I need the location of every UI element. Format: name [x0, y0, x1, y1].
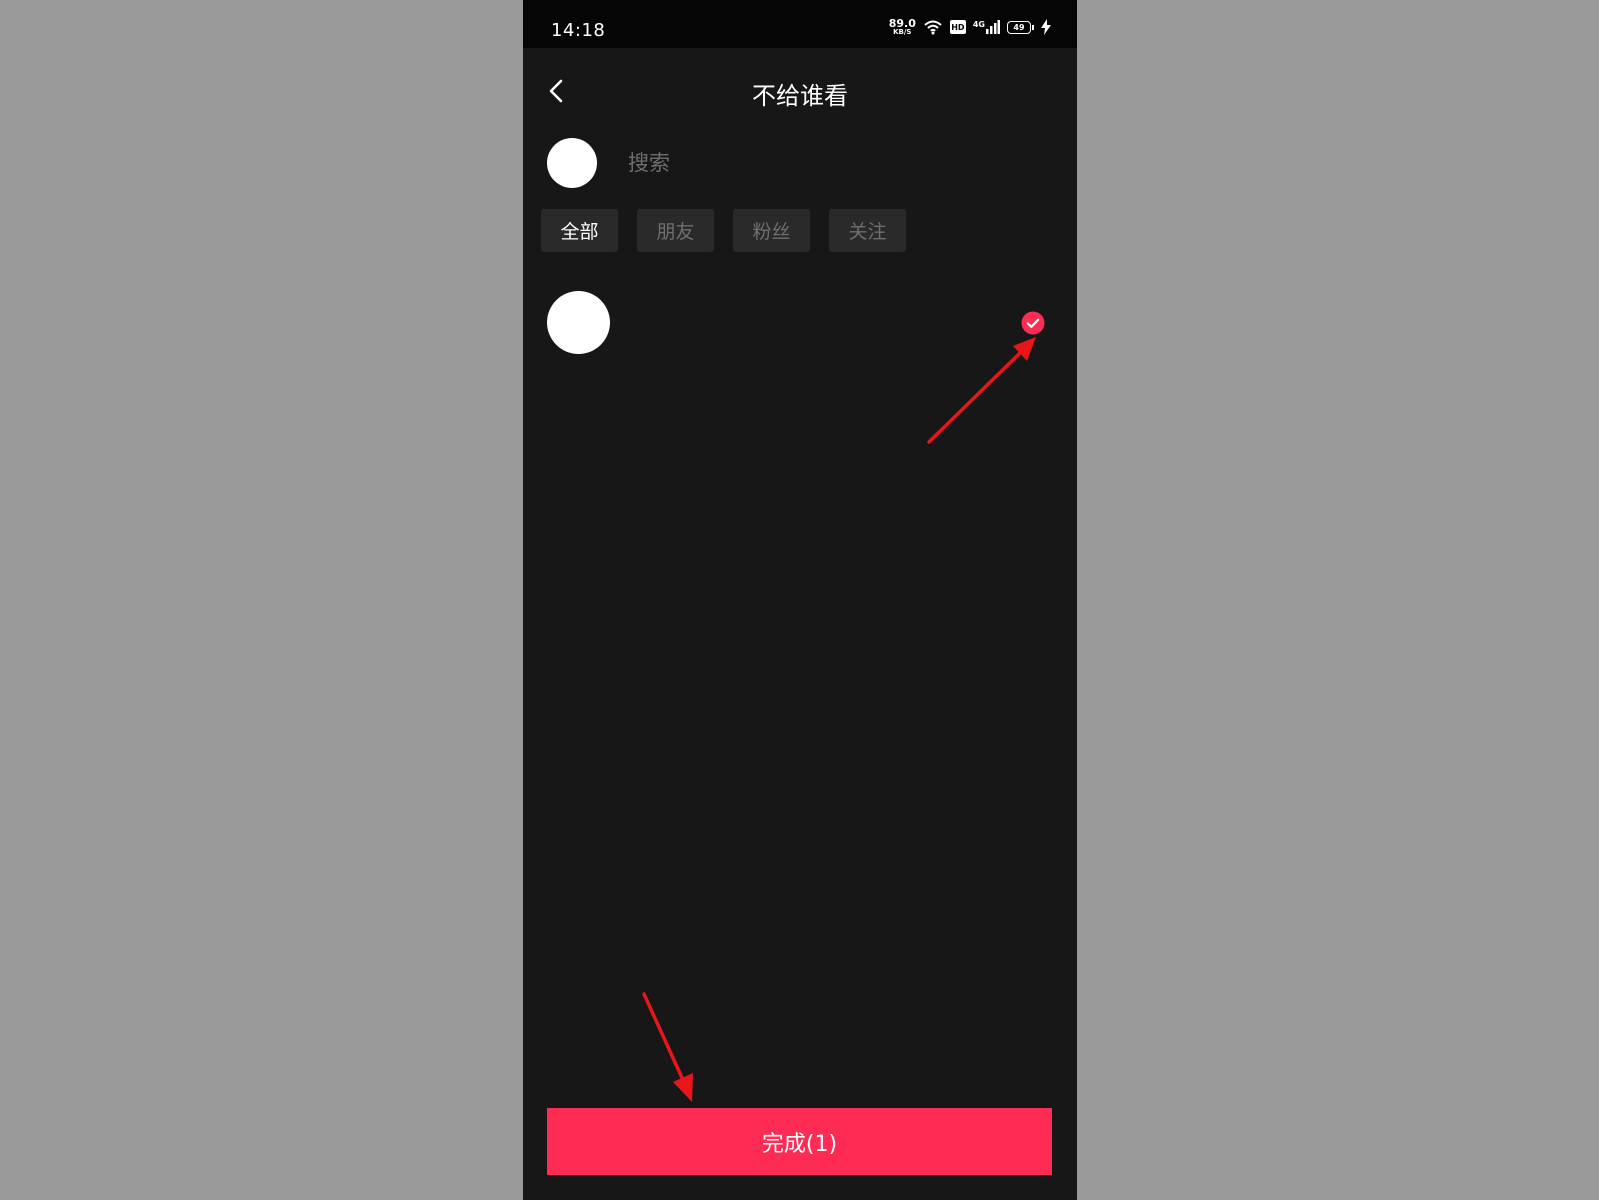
- done-button[interactable]: 完成(1): [547, 1108, 1052, 1175]
- tab-label: 朋友: [656, 221, 695, 243]
- search-bar: [547, 138, 1053, 188]
- tab-label: 粉丝: [752, 221, 791, 243]
- signal-bars-icon: [986, 20, 1000, 34]
- battery-tip: [1032, 24, 1034, 30]
- network-speed-unit: KB/S: [893, 28, 912, 36]
- tab-all[interactable]: 全部: [541, 209, 618, 252]
- nav-bar: 不给谁看: [523, 48, 1077, 138]
- network-type-label: 4G: [972, 20, 985, 29]
- page-title: 不给谁看: [752, 82, 848, 110]
- avatar: [547, 291, 610, 354]
- tab-label: 关注: [848, 221, 887, 243]
- wifi-icon: [924, 20, 942, 35]
- status-bar: 14:18 89.0 KB/S HD 4G 49: [523, 0, 1077, 48]
- list-item[interactable]: [547, 291, 1053, 355]
- charging-icon: [1041, 19, 1051, 35]
- search-input[interactable]: [626, 150, 1030, 176]
- status-time: 14:18: [551, 20, 606, 41]
- tab-fans[interactable]: 粉丝: [733, 209, 810, 252]
- phone-screen: 14:18 89.0 KB/S HD 4G 49 不给谁看 搜索 全部 朋友 粉…: [523, 0, 1077, 1200]
- battery-level: 49: [1007, 20, 1031, 34]
- checkmark-icon[interactable]: [1021, 311, 1045, 335]
- tab-following[interactable]: 关注: [829, 209, 906, 252]
- search-icon: [547, 138, 597, 188]
- done-button-label: 完成(1): [761, 1131, 838, 1157]
- signal-icon: 4G: [973, 20, 1000, 34]
- status-icons: 89.0 KB/S HD 4G 49: [889, 18, 1051, 36]
- tab-friends[interactable]: 朋友: [637, 209, 714, 252]
- network-speed: 89.0 KB/S: [889, 18, 916, 36]
- tab-label: 全部: [560, 221, 599, 243]
- battery-icon: 49: [1007, 20, 1034, 34]
- filter-tabs: 全部 朋友 粉丝 关注: [541, 209, 906, 252]
- hd-icon: HD: [949, 20, 966, 34]
